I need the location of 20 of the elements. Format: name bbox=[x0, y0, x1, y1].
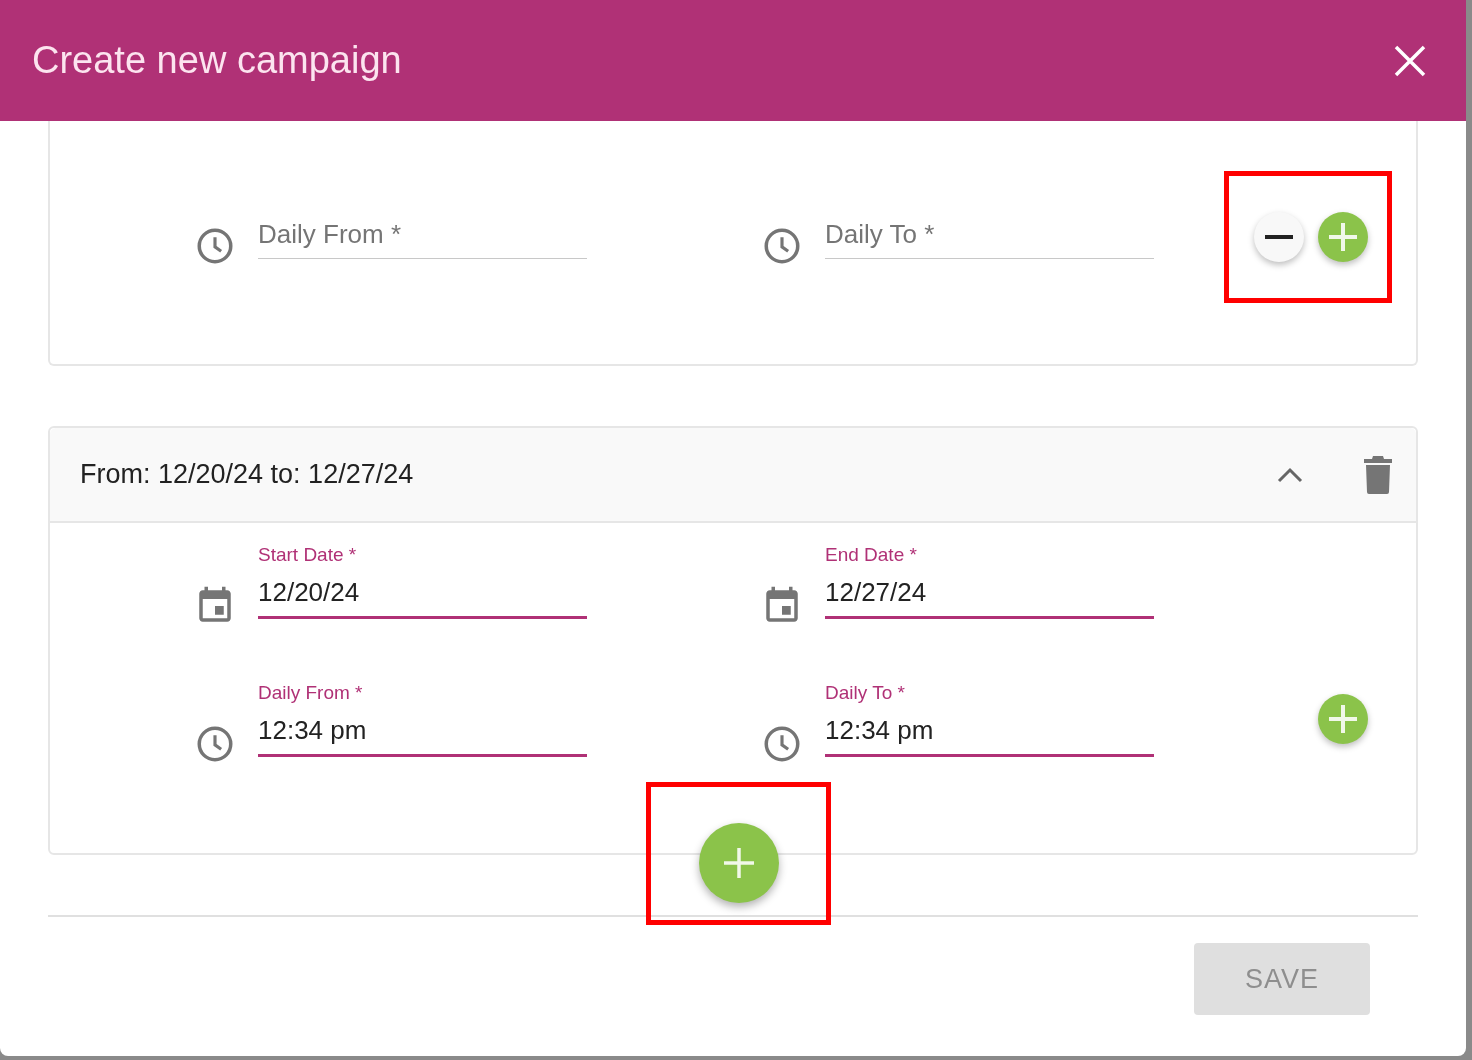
field-label: Daily From * bbox=[258, 681, 364, 705]
dialog-title: Create new campaign bbox=[32, 38, 402, 83]
remove-button[interactable] bbox=[1254, 212, 1304, 262]
input-field[interactable]: Daily From * bbox=[258, 215, 587, 259]
date-range-title: From: 12/20/24 to: 12/27/24 bbox=[80, 458, 415, 492]
input-field[interactable]: 12:34 pm bbox=[258, 711, 587, 757]
plus-icon bbox=[1329, 223, 1357, 251]
trash-icon[interactable] bbox=[1364, 455, 1392, 494]
input-field[interactable]: 12/20/24 bbox=[258, 573, 587, 619]
close-icon[interactable] bbox=[1394, 44, 1426, 77]
input-field[interactable]: 12:34 pm bbox=[825, 711, 1154, 757]
field-label: Start Date * bbox=[258, 543, 358, 567]
plus-icon bbox=[1329, 705, 1357, 733]
input-field[interactable]: 12/27/24 bbox=[825, 573, 1154, 619]
field-label: Daily To * bbox=[825, 681, 906, 705]
minus-icon bbox=[1265, 235, 1293, 239]
plus-icon bbox=[723, 847, 754, 878]
chevron-icon[interactable] bbox=[1276, 465, 1304, 484]
input-field[interactable]: Daily To * bbox=[825, 215, 1154, 259]
field-label: End Date * bbox=[825, 543, 918, 567]
